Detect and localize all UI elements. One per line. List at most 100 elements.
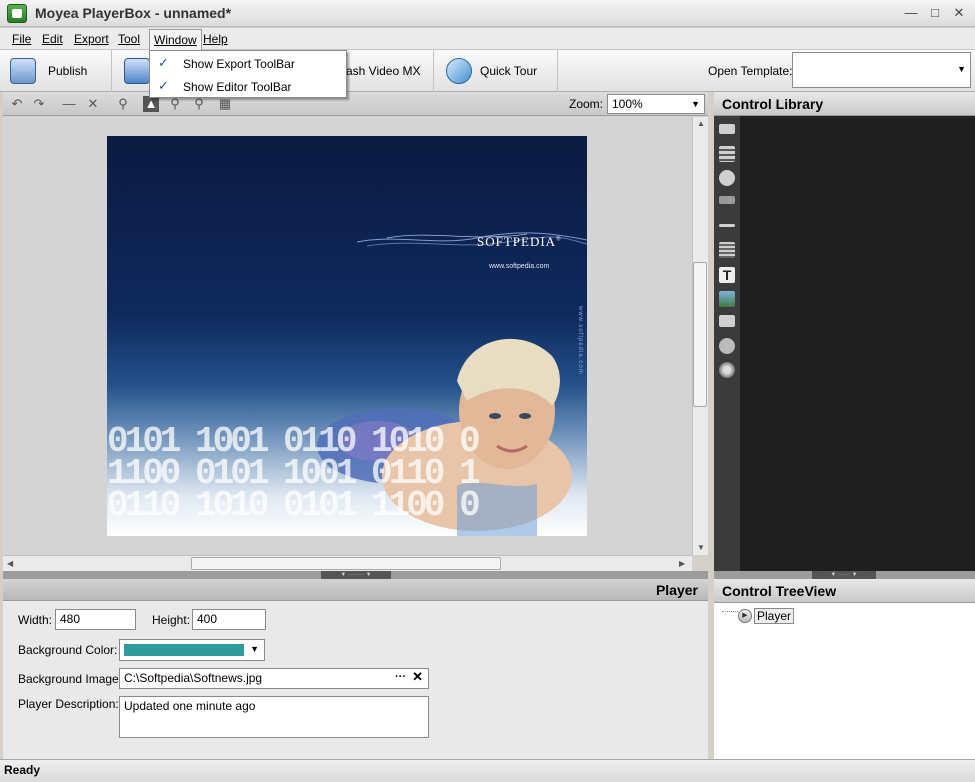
- control-treeview-title: Control TreeView: [722, 583, 837, 599]
- quick-tour-icon: [446, 58, 472, 84]
- control-library-area[interactable]: [740, 116, 975, 571]
- minimize-icon[interactable]: —: [902, 5, 920, 21]
- open-template-label: Open Template:: [708, 64, 793, 78]
- text-icon[interactable]: T: [719, 267, 735, 283]
- background-image-input[interactable]: C:\Softpedia\Softnews.jpg ··· ✕: [119, 668, 429, 689]
- menu-file[interactable]: File: [12, 32, 31, 46]
- softpedia-logo: SOFTPEDIA®: [477, 234, 562, 250]
- player-description-label: Player Description:: [18, 697, 119, 711]
- check-icon: ✓: [158, 78, 169, 93]
- control-library-header: Control Library: [714, 92, 975, 116]
- control-treeview-header: Control TreeView: [714, 579, 975, 603]
- scroll-down-icon[interactable]: ▼: [697, 543, 705, 552]
- background-color-label: Background Color:: [18, 643, 118, 657]
- zoom-in-icon[interactable]: ⚲: [191, 96, 207, 112]
- scroll-right-icon[interactable]: ▶: [679, 559, 685, 568]
- height-label: Height:: [152, 613, 191, 627]
- player-stage[interactable]: SOFTPEDIA® www.softpedia.com www.softped…: [107, 136, 587, 536]
- height-input[interactable]: 400: [192, 609, 266, 630]
- menu-export[interactable]: Export: [74, 32, 109, 46]
- color-swatch: [124, 644, 244, 656]
- link-icon[interactable]: [719, 315, 735, 327]
- horizontal-splitter[interactable]: ▼ ········ ▼: [3, 571, 708, 579]
- control-library-iconbar: T: [714, 116, 740, 571]
- window-menu-dropdown: ✓ Show Export ToolBar ✓ Show Editor Tool…: [149, 50, 347, 98]
- minus-icon[interactable]: —: [61, 96, 77, 112]
- title-bar: Moyea PlayerBox - unnamed* — □ ✕: [0, 0, 975, 27]
- menu-item-label: Show Editor ToolBar: [183, 80, 292, 94]
- zoom-value: 100%: [612, 97, 643, 111]
- tree-node-label[interactable]: Player: [754, 608, 795, 624]
- flash-video-label: ash Video MX: [346, 64, 421, 78]
- background-color-picker[interactable]: ▼: [119, 639, 265, 661]
- vertical-scroll-thumb[interactable]: [693, 262, 707, 407]
- properties-title: Player: [655, 582, 698, 598]
- play-icon: [124, 58, 150, 84]
- open-template-select[interactable]: ▼: [792, 52, 971, 88]
- zoom-fit-icon[interactable]: ⚲: [115, 96, 131, 112]
- list-icon[interactable]: [719, 242, 735, 258]
- menu-tool[interactable]: Tool: [118, 32, 140, 46]
- chevron-down-icon: ▼: [250, 644, 259, 654]
- logo-text: SOFTPEDIA: [477, 234, 557, 249]
- splitter-grip[interactable]: ▼ ······ ▼: [812, 571, 876, 579]
- quick-tour-label: Quick Tour: [480, 64, 538, 78]
- publish-icon: [10, 58, 36, 84]
- background-image-label: Background Image:: [18, 672, 123, 686]
- zoom-out-icon[interactable]: ⚲: [167, 96, 183, 112]
- editor-toolbar: ↶ ↷ — ✕ ⚲ ▲ ⚲ ⚲ ▦ Zoom: 100% ▼: [3, 92, 708, 116]
- close-icon[interactable]: ✕: [950, 5, 968, 21]
- quick-tour-button[interactable]: Quick Tour: [434, 50, 558, 92]
- player-description-input[interactable]: Updated one minute ago: [119, 696, 429, 738]
- image-icon[interactable]: [719, 291, 735, 307]
- scroll-left-icon[interactable]: ◀: [7, 559, 13, 568]
- status-bar: Ready: [0, 759, 975, 782]
- chevron-down-icon: ▼: [691, 99, 700, 109]
- right-splitter[interactable]: ▼ ······ ▼: [714, 571, 975, 579]
- button-icon[interactable]: [719, 124, 735, 134]
- chevron-down-icon: ▼: [957, 64, 966, 74]
- menu-show-export-toolbar[interactable]: ✓ Show Export ToolBar: [150, 52, 346, 74]
- counter-icon[interactable]: [719, 338, 735, 354]
- publish-label: Publish: [48, 64, 88, 78]
- particles-icon[interactable]: [719, 362, 735, 378]
- softpedia-url: www.softpedia.com: [489, 263, 550, 270]
- circle-button-icon[interactable]: [719, 170, 735, 186]
- width-input[interactable]: 480: [55, 609, 136, 630]
- menu-edit[interactable]: Edit: [42, 32, 63, 46]
- time-display-icon[interactable]: [719, 196, 735, 204]
- vertical-scrollbar[interactable]: ▲ ▼: [692, 117, 708, 555]
- undo-icon[interactable]: ↶: [9, 96, 25, 112]
- redo-icon[interactable]: ↷: [31, 96, 47, 112]
- menu-show-editor-toolbar[interactable]: ✓ Show Editor ToolBar: [150, 75, 346, 97]
- delete-icon[interactable]: ✕: [85, 96, 101, 112]
- select-icon[interactable]: ▲: [143, 96, 159, 112]
- horizontal-scroll-thumb[interactable]: [191, 557, 501, 570]
- control-treeview-panel: Control TreeView ▶ Player: [714, 579, 975, 759]
- slider-icon[interactable]: [719, 224, 735, 227]
- canvas-area[interactable]: SOFTPEDIA® www.softpedia.com www.softped…: [3, 117, 692, 555]
- control-library-title: Control Library: [722, 96, 824, 112]
- horizontal-scrollbar[interactable]: ◀ ▶: [3, 555, 692, 571]
- clear-icon[interactable]: ✕: [412, 669, 423, 685]
- zoom-label: Zoom:: [569, 97, 604, 111]
- window-title: Moyea PlayerBox - unnamed*: [35, 5, 232, 21]
- scroll-up-icon[interactable]: ▲: [697, 119, 705, 128]
- menu-help[interactable]: Help: [203, 32, 228, 46]
- logo-mark: ®: [556, 236, 562, 243]
- zoom-select[interactable]: 100% ▼: [607, 94, 705, 114]
- browse-icon[interactable]: ···: [395, 671, 406, 683]
- filmstrip-icon[interactable]: [719, 146, 735, 162]
- background-image-value: C:\Softpedia\Softnews.jpg: [124, 671, 263, 685]
- grid-icon[interactable]: ▦: [217, 96, 233, 112]
- play-icon: ▶: [738, 609, 752, 623]
- publish-button[interactable]: Publish: [0, 50, 112, 92]
- maximize-icon[interactable]: □: [926, 5, 944, 21]
- menu-bar: File Edit Export Tool Window Help: [0, 28, 975, 51]
- splitter-grip[interactable]: ▼ ········ ▼: [321, 571, 391, 579]
- check-icon: ✓: [158, 55, 169, 70]
- properties-panel: Player Width: 480 Height: 400 Background…: [3, 579, 708, 759]
- status-text: Ready: [4, 763, 41, 777]
- menu-item-label: Show Export ToolBar: [183, 57, 295, 71]
- menu-window[interactable]: Window: [149, 29, 202, 51]
